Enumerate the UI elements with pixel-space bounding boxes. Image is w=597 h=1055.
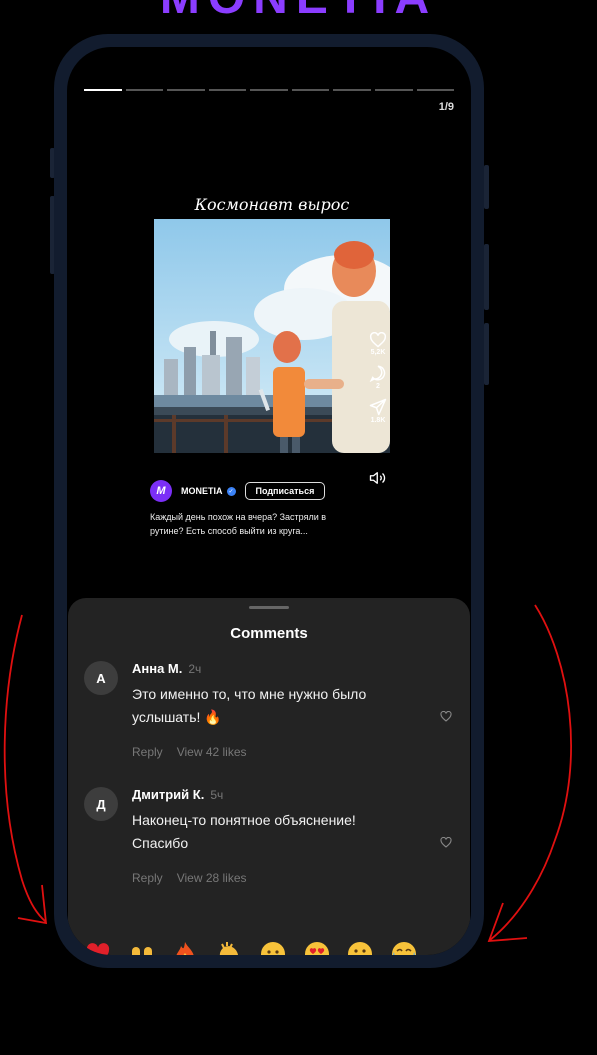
power-button	[484, 244, 489, 310]
story-progress-segment	[167, 89, 205, 91]
reply-button[interactable]: Reply	[132, 745, 163, 759]
like-action[interactable]: 5,2K	[369, 332, 387, 356]
reply-button[interactable]: Reply	[132, 871, 163, 885]
comment-header: Дмитрий К. 5ч	[132, 787, 223, 802]
emoji-reaction-bar	[84, 940, 418, 955]
brand-wordmark: MONETIA	[0, 0, 597, 25]
power-button	[484, 323, 489, 385]
view-likes-link[interactable]: View 28 likes	[177, 871, 247, 885]
sheet-drag-handle[interactable]	[249, 606, 289, 609]
comments-title: Comments	[230, 625, 308, 642]
comment-text: Это именно то, что мне нужно было услыша…	[132, 686, 367, 725]
left-arrow-stroke	[3, 614, 47, 923]
emoji-heart-eyes[interactable]	[303, 940, 331, 955]
emoji-crying[interactable]	[259, 940, 287, 955]
channel-avatar[interactable]: M	[150, 480, 172, 502]
emoji-heart[interactable]	[84, 940, 112, 955]
verified-badge-icon: ✓	[226, 486, 236, 496]
power-button	[484, 165, 489, 209]
story-progress-segment	[333, 89, 371, 91]
video-illustration[interactable]	[154, 219, 390, 453]
comments-sheet: Comments А Анна М. 2ч Это именно то, что …	[68, 598, 470, 955]
heart-icon	[440, 836, 452, 848]
channel-row: M MONETIA ✓ Подписаться	[150, 480, 326, 502]
story-progress-segment	[208, 89, 247, 91]
story-counter: 1/9	[438, 101, 454, 113]
story-progress-segment	[125, 89, 164, 91]
emoji-fire[interactable]	[171, 940, 199, 955]
comment-like-button[interactable]	[440, 707, 452, 726]
comment-actions: Reply View 42 likes	[132, 745, 261, 759]
phone-frame: 1/9 Космонавт вырос 5,2K 2 1.8K M MONETI…	[54, 34, 484, 968]
emoji-clapping[interactable]	[215, 940, 243, 955]
comment-time: 2ч	[188, 662, 202, 676]
right-arrow-head	[487, 902, 528, 943]
like-count: 5,2K	[370, 349, 386, 356]
heart-icon	[440, 710, 452, 722]
video-caption[interactable]: Каждый день похож на вчера? Застряли в р…	[150, 510, 360, 538]
right-arrow-stroke	[489, 604, 572, 941]
emoji-laughing[interactable]	[390, 940, 418, 955]
phone-screen: 1/9 Космонавт вырос 5,2K 2 1.8K M MONETI…	[67, 47, 471, 955]
comment-count: 2	[376, 383, 380, 390]
story-progress-segment	[291, 89, 330, 91]
emoji-surprised[interactable]	[346, 940, 374, 955]
comment-time: 5ч	[210, 788, 224, 802]
view-likes-link[interactable]: View 42 likes	[177, 745, 247, 759]
comment-actions: Reply View 28 likes	[132, 871, 261, 885]
left-arrow-head	[17, 884, 48, 925]
comment-bubble-icon	[369, 365, 386, 382]
heart-icon	[369, 332, 387, 348]
avatar[interactable]: А	[84, 661, 118, 695]
sound-toggle[interactable]	[369, 470, 387, 490]
speaker-icon	[369, 472, 386, 484]
share-action[interactable]: 1.8K	[369, 398, 387, 424]
video-title: Космонавт вырос	[194, 195, 350, 214]
comment-author[interactable]: Дмитрий К.	[132, 787, 204, 802]
subscribe-button[interactable]: Подписаться	[244, 482, 326, 500]
share-count: 1.8K	[370, 417, 386, 424]
comment-like-button[interactable]	[440, 833, 452, 852]
comment-header: Анна М. 2ч	[132, 661, 201, 676]
action-rail: 5,2K 2 1.8K	[363, 332, 393, 432]
comment-item: Д Дмитрий К. 5ч Наконец-то понятное объяс…	[84, 787, 454, 887]
story-progress-segment	[416, 89, 455, 91]
avatar[interactable]: Д	[84, 787, 118, 821]
story-progress-segment	[374, 89, 413, 91]
story-progress-segment	[84, 89, 122, 91]
emoji-raising-hands[interactable]	[128, 940, 156, 955]
comment-author[interactable]: Анна М.	[132, 661, 182, 676]
channel-name[interactable]: MONETIA	[181, 486, 223, 496]
comment-text: Наконец-то понятное объяснение! Спасибо	[132, 812, 356, 851]
comment-action[interactable]: 2	[369, 364, 387, 390]
story-progress-segment	[250, 89, 288, 91]
story-progress	[84, 89, 455, 92]
comment-item: А Анна М. 2ч Это именно то, что мне нужно…	[84, 661, 454, 761]
send-icon	[369, 398, 387, 416]
